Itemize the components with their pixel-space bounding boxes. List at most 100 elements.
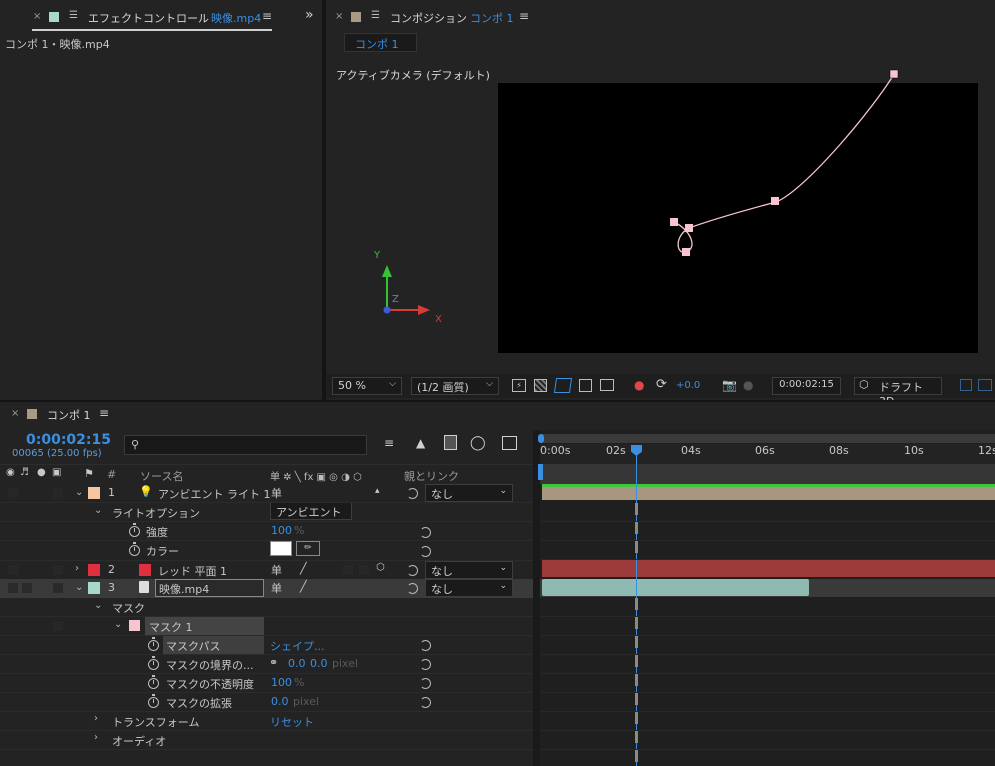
motion-blur-icon[interactable]: ◯ — [470, 435, 486, 451]
region-of-interest-icon[interactable] — [579, 379, 592, 392]
time-ruler[interactable]: 0:00s 02s 04s 06s 08s 10s 12s — [540, 444, 995, 464]
layer-name[interactable]: アンビエント ライト 1 — [158, 486, 271, 502]
view-layout-icon[interactable] — [978, 379, 992, 391]
layer-bar-3[interactable] — [542, 579, 809, 596]
composition-name[interactable]: コンポ 1 — [470, 10, 514, 26]
expand-panels-icon[interactable]: » — [305, 7, 314, 23]
layer-row-3[interactable]: ⌄ 3 映像.mp4 单 ╱ なし ⌄ — [0, 579, 533, 598]
lock-cell[interactable] — [53, 583, 63, 593]
mask-opacity-value[interactable]: 100 — [271, 676, 292, 689]
shy-switch-icon[interactable]: 单 — [271, 562, 282, 578]
exposure-reset-icon[interactable]: ⟳ — [656, 377, 667, 392]
shy-switch-icon[interactable]: 单 — [271, 580, 282, 596]
guides-icon[interactable] — [600, 379, 614, 391]
layer-search-input[interactable]: ⚲ — [124, 435, 367, 455]
work-area-start-marker[interactable] — [538, 464, 543, 480]
stopwatch-icon[interactable] — [148, 675, 159, 689]
switch-cell[interactable] — [359, 565, 369, 575]
av-switch-cell[interactable] — [8, 565, 18, 575]
renderer-button[interactable]: ⬡ ドラフト 3D — [854, 377, 942, 408]
av-switch-cell[interactable] — [8, 583, 18, 593]
keyframe-marker[interactable] — [635, 693, 638, 705]
panel-menu-icon[interactable]: ≡ — [519, 9, 529, 23]
layer-label-color[interactable] — [88, 582, 100, 594]
current-time-timecode[interactable]: 0:00:02:15 — [26, 432, 111, 448]
timeline-split-divider[interactable] — [533, 430, 540, 766]
layer-row-1[interactable]: ⌄ 1 💡 アンビエント ライト 1 单 ▴ なし ⌄ — [0, 484, 533, 503]
stopwatch-icon[interactable] — [148, 656, 159, 670]
pickwhip-icon[interactable] — [420, 527, 431, 538]
current-time-display[interactable]: 0:00:02:15 — [772, 377, 841, 395]
layer-name[interactable]: レッド 平面 1 — [158, 563, 227, 579]
show-snapshot-icon[interactable]: ● — [743, 378, 753, 392]
3d-layer-icon[interactable]: ⬡ — [376, 562, 385, 573]
mask-expansion-value[interactable]: 0.0 — [271, 695, 289, 708]
chevron-down-icon[interactable]: ⌄ — [75, 487, 83, 498]
keyframe-marker[interactable] — [635, 617, 638, 629]
layer-row-2[interactable]: › 2 レッド 平面 1 单 ╱ ⬡ なし ⌄ — [0, 560, 533, 579]
graph-editor-icon[interactable] — [502, 436, 517, 450]
keyframe-marker[interactable] — [635, 731, 638, 743]
quality-switch-icon[interactable]: ╱ — [300, 580, 307, 593]
light-type-dropdown[interactable]: アンビエント — [270, 502, 352, 520]
mask-path-overlay[interactable] — [656, 60, 906, 270]
mask-name-field[interactable]: マスク 1 — [145, 617, 264, 635]
intensity-value[interactable]: 100 — [271, 524, 292, 537]
zoom-dropdown[interactable]: 50 % ⌵ — [332, 377, 402, 395]
effect-controls-file[interactable]: 映像.mp4 — [211, 10, 261, 26]
eye-icon[interactable]: ◉ — [6, 467, 15, 478]
stopwatch-icon[interactable] — [129, 523, 140, 537]
color-swatch-white[interactable] — [270, 541, 292, 556]
eyedropper-icon[interactable]: ✏ — [296, 541, 320, 556]
pickwhip-icon[interactable] — [407, 565, 418, 576]
snapshot-camera-icon[interactable]: 📷 — [722, 378, 737, 392]
close-icon[interactable]: × — [11, 408, 19, 419]
resolution-dropdown[interactable]: (1/2 画質) ⌵ — [411, 377, 499, 395]
pickwhip-icon[interactable] — [420, 546, 431, 557]
keyframe-marker[interactable] — [635, 541, 638, 553]
keyframe-marker[interactable] — [635, 522, 638, 534]
av-switch-cell[interactable] — [22, 583, 32, 593]
parent-dropdown[interactable]: なし ⌄ — [425, 579, 513, 597]
3d-layer-icon[interactable]: ▴ — [375, 486, 380, 496]
pickwhip-icon[interactable] — [407, 488, 418, 499]
chevron-right-icon[interactable]: › — [94, 713, 98, 724]
chevron-down-icon[interactable]: ⌄ — [114, 619, 122, 630]
mask-color-swatch[interactable] — [129, 620, 140, 631]
pickwhip-icon[interactable] — [420, 697, 431, 708]
panel-menu-icon[interactable]: ≡ — [99, 406, 109, 420]
transform-reset-link[interactable]: リセット — [270, 714, 314, 730]
parent-link-header[interactable]: 親とリンク — [404, 468, 459, 484]
work-area-start-handle[interactable] — [538, 434, 544, 443]
timeline-tab-title[interactable]: コンポ 1 — [47, 407, 91, 423]
lock-cell[interactable] — [53, 565, 63, 575]
transparency-grid-icon[interactable] — [534, 379, 547, 392]
stopwatch-icon[interactable] — [129, 542, 140, 556]
keyframe-marker[interactable] — [635, 712, 638, 724]
chevron-right-icon[interactable]: › — [94, 732, 98, 743]
layer-bar-1[interactable] — [542, 484, 995, 500]
lock-icon[interactable]: ☰ — [69, 10, 78, 21]
frame-blending-icon[interactable] — [444, 435, 457, 450]
quality-switch-icon[interactable]: ╱ — [300, 562, 307, 575]
layer-bar-2[interactable] — [542, 560, 995, 577]
keyframe-marker[interactable] — [635, 750, 638, 762]
layer-name-field[interactable]: 映像.mp4 — [155, 579, 264, 597]
comp-mini-flowchart-icon[interactable]: ≡ — [384, 436, 394, 450]
layer-label-color[interactable] — [88, 564, 100, 576]
lock-icon[interactable]: ☰ — [371, 10, 380, 21]
keyframe-marker[interactable] — [635, 674, 638, 686]
shy-switch-icon[interactable]: 单 — [271, 485, 282, 501]
mask-feather-x[interactable]: 0.0 — [288, 657, 306, 670]
pickwhip-icon[interactable] — [420, 678, 431, 689]
chevron-down-icon[interactable]: ⌄ — [75, 582, 83, 593]
draft-3d-icon[interactable]: ▲ — [416, 436, 425, 450]
audio-icon[interactable]: ♬ — [20, 467, 29, 478]
close-icon[interactable]: × — [335, 11, 343, 22]
comp-viewer-tab[interactable]: コンポ 1 — [344, 33, 417, 52]
mask-path-label-box[interactable]: マスクパス — [163, 636, 264, 654]
label-tag-icon[interactable]: ⚑ — [84, 467, 94, 480]
solo-icon[interactable]: ● — [37, 467, 46, 478]
fast-preview-icon[interactable]: ⚡ — [512, 379, 526, 392]
keyframe-marker[interactable] — [635, 655, 638, 667]
